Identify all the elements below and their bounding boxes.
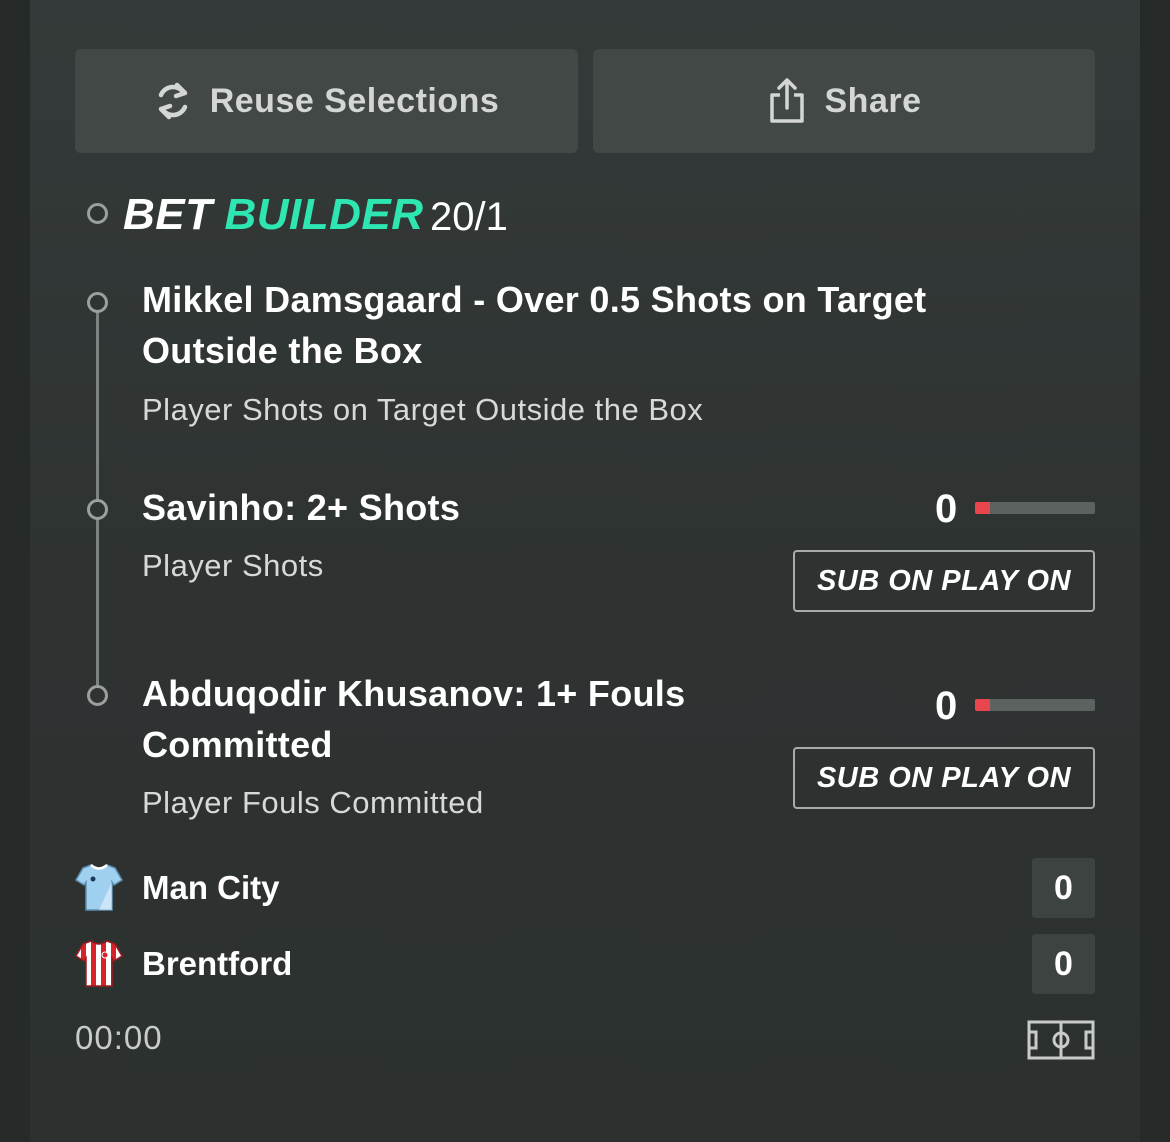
bet-odds: 20/1 [430, 195, 508, 239]
reuse-selections-label: Reuse Selections [209, 81, 500, 120]
progress-value: 0 [935, 487, 958, 531]
team-row-away: Brentford 0 [74, 934, 1095, 994]
pitch-icon[interactable] [1027, 1020, 1095, 1065]
progress-bar [975, 502, 1095, 514]
progress-fill [975, 502, 990, 514]
team-row-home: Man City 0 [74, 858, 1095, 918]
share-button[interactable]: Share [593, 49, 1095, 153]
man-city-shirt-icon [74, 862, 124, 917]
team-score: 0 [1032, 858, 1095, 918]
timeline-dot-selection [87, 292, 108, 313]
progress-value: 0 [935, 684, 958, 728]
timeline-line [96, 302, 99, 694]
selection-market: Player Shots [142, 548, 324, 583]
bet-builder-title: BET BUILDER [123, 190, 424, 239]
sub-on-play-on-button[interactable]: SUB ON PLAY ON [793, 747, 1095, 809]
sub-on-play-on-button[interactable]: SUB ON PLAY ON [793, 550, 1095, 612]
selection-title: Mikkel Damsgaard - Over 0.5 Shots on Tar… [142, 279, 927, 371]
brentford-shirt-icon [74, 938, 124, 993]
selection-market: Player Fouls Committed [142, 785, 484, 820]
share-icon [767, 77, 807, 125]
refresh-icon [154, 81, 192, 121]
team-name: Brentford [142, 945, 293, 982]
reuse-selections-button[interactable]: Reuse Selections [75, 49, 578, 153]
selection-title: Savinho: 2+ Shots [142, 487, 461, 528]
share-label: Share [824, 81, 922, 120]
team-name: Man City [142, 869, 280, 906]
timeline-dot-header [87, 203, 108, 224]
progress-fill [975, 699, 990, 711]
selection-title: Abduqodir Khusanov: 1+ Fouls Committed [142, 673, 686, 765]
timeline-dot-selection [87, 499, 108, 520]
selection-market: Player Shots on Target Outside the Box [142, 392, 704, 427]
progress-bar [975, 699, 1095, 711]
match-clock: 00:00 [75, 1019, 163, 1056]
bet-card: Reuse Selections Share BET BUILDER 20/1 M… [30, 0, 1140, 1142]
timeline-dot-selection [87, 685, 108, 706]
team-score: 0 [1032, 934, 1095, 994]
